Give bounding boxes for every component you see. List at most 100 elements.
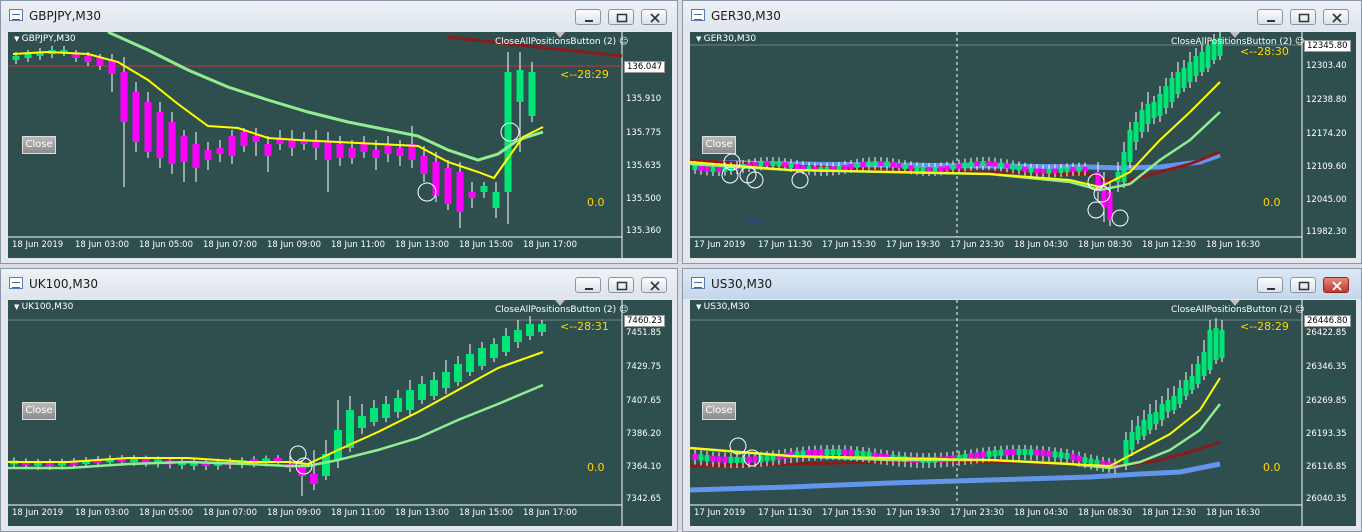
candle-body: [1127, 130, 1133, 162]
price-tick: 11982.30: [1306, 227, 1347, 237]
candle-body: [430, 380, 438, 396]
candle-body: [914, 166, 920, 172]
candle-body: [1046, 450, 1052, 457]
minimize-button[interactable]: [1257, 277, 1283, 293]
candle-body: [854, 162, 860, 168]
price-chart[interactable]: GBPJPY,M30 CloseAllPositionsButton (2) ☺…: [8, 32, 672, 258]
window-titlebar[interactable]: GER30,M30: [683, 1, 1361, 31]
time-tick: 18 Jun 09:00: [267, 508, 321, 518]
chart-window-gbpjpy[interactable]: GBPJPY,M30 GBPJPY,M30 CloseAllPositionsB…: [0, 0, 678, 264]
candle-body: [1207, 330, 1213, 370]
candle-body: [1028, 167, 1034, 173]
candle-body: [944, 165, 950, 171]
maximize-button[interactable]: [608, 277, 634, 293]
candle-body: [1052, 168, 1058, 174]
candle-body: [84, 56, 92, 62]
minimize-button[interactable]: [575, 277, 601, 293]
close-window-button[interactable]: [641, 9, 667, 25]
maximize-button[interactable]: [1290, 277, 1316, 293]
candle-body: [1199, 52, 1205, 72]
close-button[interactable]: Close: [22, 402, 56, 420]
time-tick: 18 Jun 09:00: [267, 240, 321, 250]
chart-window-ger30[interactable]: GER30,M30 GER30,M30 CloseAllPositionsBut…: [682, 0, 1362, 264]
moving-average-mid: [8, 383, 544, 470]
candle-body: [108, 60, 116, 74]
current-price-box: 12345.80: [1304, 40, 1351, 52]
candle-body: [1004, 449, 1010, 456]
chart-window-uk100[interactable]: UK100,M30 UK100,M30 CloseAllPositionsBut…: [0, 268, 678, 532]
candle-body: [1046, 168, 1052, 174]
candle-body: [528, 72, 536, 116]
maximize-button[interactable]: [608, 9, 634, 25]
minimize-button[interactable]: [575, 9, 601, 25]
candle-body: [264, 144, 272, 156]
candle-body: [192, 144, 200, 168]
minimize-button[interactable]: [1257, 9, 1283, 25]
close-window-button[interactable]: [1323, 9, 1349, 25]
candle-body: [1082, 166, 1088, 172]
time-tick: 18 Jun 07:00: [203, 240, 257, 250]
candle-body: [1028, 449, 1034, 456]
time-tick: 18 Jun 17:00: [523, 508, 577, 518]
candle-body: [836, 449, 842, 456]
candle-body: [478, 348, 486, 366]
candle-body: [866, 161, 872, 167]
candle-body: [1133, 122, 1139, 142]
chart-window-us30[interactable]: US30,M30 US30,M30 CloseAllPositionsButto…: [682, 268, 1362, 532]
price-chart[interactable]: GER30,M30 CloseAllPositionsButton (2) ☺ …: [690, 32, 1356, 258]
candle-body: [1193, 56, 1199, 76]
time-tick: 18 Jun 03:00: [75, 240, 129, 250]
candle-body: [1187, 62, 1193, 82]
candle-body: [1022, 449, 1028, 456]
time-tick: 17 Jun 19:30: [886, 508, 940, 518]
price-chart[interactable]: US30,M30 CloseAllPositionsButton (2) ☺ C…: [690, 300, 1356, 526]
candle-body: [998, 162, 1004, 168]
candle-body: [504, 72, 512, 192]
candle-body: [752, 456, 758, 463]
candle-body: [480, 186, 488, 192]
close-window-button[interactable]: [641, 277, 667, 293]
candle-body: [878, 161, 884, 167]
close-button[interactable]: Close: [22, 136, 56, 154]
candle-body: [824, 449, 830, 456]
maximize-button[interactable]: [1290, 9, 1316, 25]
chart-window-icon: [9, 9, 23, 21]
candle-body: [860, 161, 866, 167]
candle-body: [406, 390, 414, 410]
close-window-button[interactable]: [1323, 277, 1349, 293]
candle-body: [1159, 404, 1165, 420]
close-button[interactable]: Close: [702, 136, 736, 154]
close-all-caption: CloseAllPositionsButton (2) ☺: [1171, 305, 1305, 315]
chart-plot: [690, 300, 1303, 526]
chart-plot: [8, 32, 623, 258]
moving-average-fast: [690, 377, 1221, 468]
window-titlebar[interactable]: US30,M30: [683, 269, 1361, 299]
price-tick: 12238.80: [1306, 95, 1347, 105]
close-button[interactable]: Close: [702, 402, 736, 420]
candle-body: [1070, 166, 1076, 172]
candle-body: [420, 156, 428, 174]
candle-body: [710, 455, 716, 462]
chart-plot: [690, 32, 1303, 258]
candle-body: [854, 450, 860, 457]
candle-body: [1064, 453, 1070, 460]
profit-value: 0.0: [1263, 196, 1281, 209]
time-tick: 17 Jun 2019: [694, 508, 746, 518]
candle-body: [324, 142, 332, 160]
time-tick: 18 Jun 2019: [12, 508, 64, 518]
candle-body: [1076, 166, 1082, 172]
price-tick: 135.910: [626, 94, 662, 104]
candle-body: [466, 354, 474, 372]
window-titlebar[interactable]: GBPJPY,M30: [1, 1, 677, 31]
candle-body: [992, 161, 998, 167]
candle-body: [770, 161, 776, 167]
candle-body: [298, 466, 306, 476]
window-titlebar[interactable]: UK100,M30: [1, 269, 677, 299]
time-tick: 18 Jun 12:30: [1142, 508, 1196, 518]
candle-body: [144, 102, 152, 152]
price-chart[interactable]: UK100,M30 CloseAllPositionsButton (2) ☺ …: [8, 300, 672, 526]
close-all-caption: CloseAllPositionsButton (2) ☺: [495, 37, 629, 47]
candle-body: [456, 172, 464, 212]
candle-body: [348, 148, 356, 158]
candle-body: [1205, 46, 1211, 68]
